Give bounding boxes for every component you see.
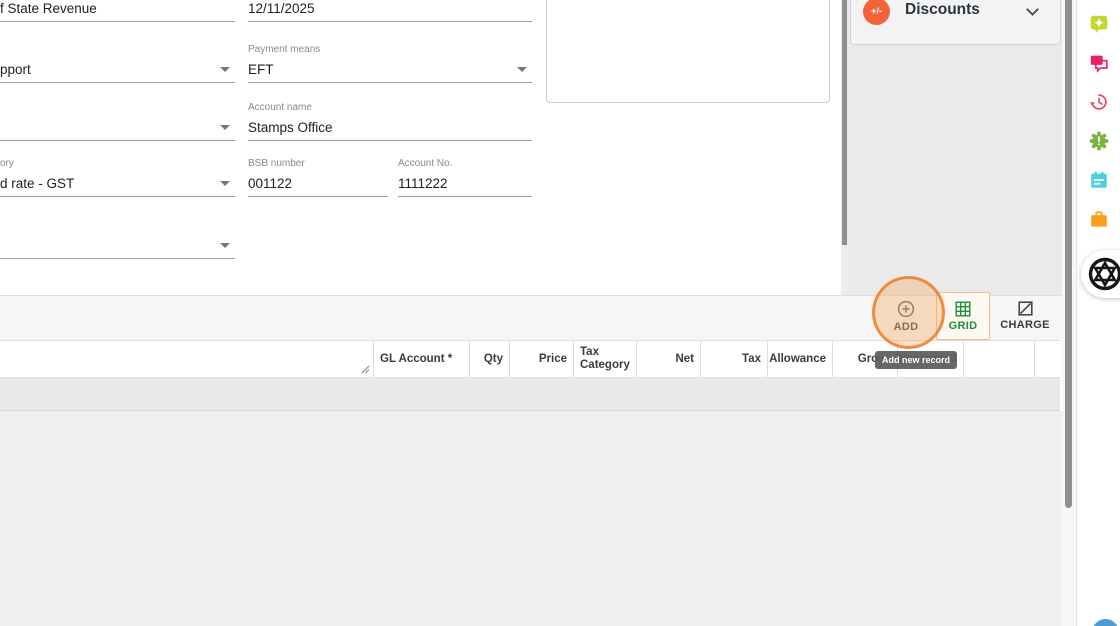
- app-screen: f State Revenue pport ory d rate - GST 1…: [0, 0, 1120, 626]
- category-select[interactable]: pport: [0, 50, 235, 83]
- discounts-header[interactable]: +/- Discounts: [850, 0, 1061, 45]
- payment-means-value: EFT: [248, 62, 274, 77]
- column-header-tax[interactable]: Tax: [701, 341, 768, 377]
- discounts-title: Discounts: [905, 1, 980, 19]
- bsb-number-value: 001122: [248, 176, 292, 191]
- account-no-value: 1111222: [398, 176, 448, 191]
- square-diagonal-icon: [1018, 301, 1033, 316]
- briefcase-icon[interactable]: [1077, 206, 1120, 232]
- app-logo-button[interactable]: [1081, 250, 1120, 298]
- dropdown-arrow-icon: [220, 243, 230, 248]
- payee-field[interactable]: f State Revenue: [0, 0, 235, 22]
- dropdown-arrow-icon: [220, 181, 230, 186]
- page-background: [0, 411, 1062, 626]
- bsb-number-label: BSB number: [248, 158, 305, 169]
- column-header-price[interactable]: Price: [510, 341, 574, 377]
- charge-button[interactable]: CHARGE: [992, 292, 1058, 340]
- empty-grid-row: [0, 378, 1060, 411]
- account-name-label: Account name: [248, 102, 312, 113]
- column-header-qty[interactable]: Qty: [470, 341, 510, 377]
- grid-button[interactable]: GRID: [936, 292, 990, 340]
- page-scrollbar-thumb[interactable]: [1065, 0, 1072, 508]
- column-header-net[interactable]: Net: [637, 341, 701, 377]
- calendar-icon[interactable]: [1077, 167, 1120, 193]
- date-field[interactable]: 12/11/2025: [248, 0, 532, 22]
- column-label: Tax: [742, 353, 761, 366]
- icon-rail: [1076, 0, 1120, 626]
- discounts-panel: +/- Discounts: [847, 0, 1062, 295]
- add-button-label: ADD: [894, 321, 919, 333]
- date-value: 12/11/2025: [248, 1, 315, 16]
- grid-icon: [955, 301, 971, 317]
- account-no-label: Account No.: [398, 158, 452, 169]
- column-label: Allowance: [769, 353, 826, 366]
- tax-category-value: d rate - GST: [0, 176, 74, 191]
- circle-plus-icon: [897, 300, 915, 318]
- category-value: pport: [0, 62, 31, 77]
- column-label: Tax Category: [580, 346, 630, 372]
- empty-select-2[interactable]: [0, 226, 235, 259]
- chat-icon[interactable]: [1077, 50, 1120, 76]
- payment-means-select[interactable]: Payment means EFT: [248, 50, 532, 83]
- account-no-field[interactable]: Account No. 1111222: [398, 164, 532, 197]
- column-header-allowance[interactable]: Allowance: [768, 341, 833, 377]
- column-header-tax-category[interactable]: Tax Category: [574, 341, 637, 377]
- add-button[interactable]: ADD: [878, 292, 934, 340]
- account-name-field[interactable]: Account name Stamps Office: [248, 108, 532, 141]
- column-label: Qty: [484, 353, 503, 366]
- chevron-down-icon[interactable]: [1026, 3, 1039, 16]
- tax-category-select[interactable]: ory d rate - GST: [0, 164, 235, 197]
- column-header-blank-1[interactable]: [964, 341, 1035, 377]
- dropdown-arrow-icon: [220, 67, 230, 72]
- tax-category-label: ory: [0, 158, 14, 169]
- payee-value: f State Revenue: [0, 1, 97, 16]
- column-resize-handle-icon[interactable]: [360, 364, 370, 374]
- add-tooltip: Add new record: [875, 351, 957, 369]
- badge-icon[interactable]: [1077, 128, 1120, 154]
- payment-means-label: Payment means: [248, 44, 320, 55]
- account-name-value: Stamps Office: [248, 120, 333, 135]
- column-header-blank-2[interactable]: [1035, 341, 1060, 377]
- grid-button-label: GRID: [949, 320, 978, 332]
- dropdown-arrow-icon: [517, 67, 527, 72]
- notes-textarea[interactable]: [546, 0, 830, 103]
- column-header-description[interactable]: [0, 341, 374, 377]
- plus-minus-icon: +/-: [863, 0, 890, 25]
- column-label: GL Account *: [380, 353, 452, 366]
- sparkle-bubble-icon[interactable]: [1077, 11, 1120, 37]
- bsb-number-field[interactable]: BSB number 001122: [248, 164, 388, 197]
- empty-select-1[interactable]: [0, 108, 235, 141]
- column-label: Price: [539, 353, 567, 366]
- charge-button-label: CHARGE: [1000, 319, 1049, 331]
- invoice-form: f State Revenue pport ory d rate - GST 1…: [0, 0, 843, 295]
- dropdown-arrow-icon: [220, 125, 230, 130]
- column-header-gl-account[interactable]: GL Account *: [374, 341, 470, 377]
- app-logo-icon: [1085, 254, 1120, 294]
- history-icon[interactable]: [1077, 89, 1120, 115]
- column-label: Net: [675, 353, 694, 366]
